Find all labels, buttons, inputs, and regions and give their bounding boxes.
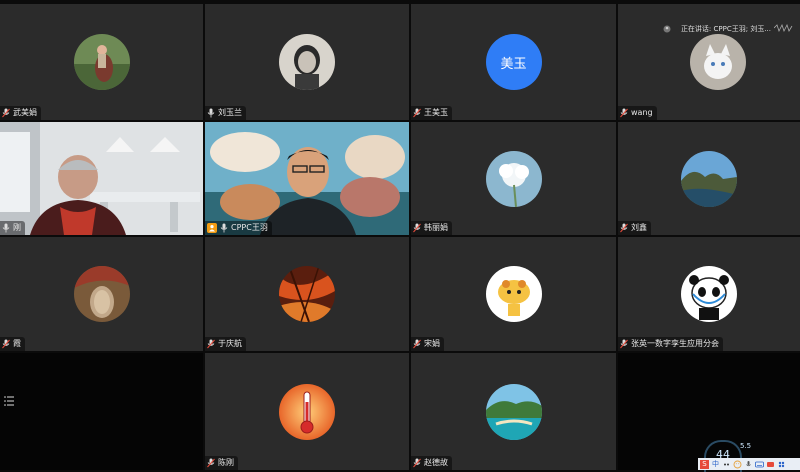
- participant-name: 张英一数字孪生应用分会: [631, 339, 719, 348]
- participant-avatar: [485, 383, 542, 440]
- participant-tile-1[interactable]: 武美娟: [0, 4, 203, 120]
- participant-name-bar: 刘玉兰: [205, 106, 246, 120]
- participant-name-bar: 陈刚: [205, 456, 238, 470]
- participant-name: 刘玉兰: [218, 108, 242, 117]
- network-speed: 5.5: [740, 442, 751, 450]
- participant-tile-3[interactable]: 美玉 王美玉: [411, 4, 616, 120]
- punctuation-icon[interactable]: [722, 460, 731, 469]
- speaking-text: 正在讲话: CPPC王羽; 刘玉...: [680, 25, 771, 33]
- keyboard-icon[interactable]: [755, 460, 764, 469]
- participant-name: wang: [631, 108, 653, 117]
- participant-tile-14[interactable]: 赵德故: [411, 353, 616, 470]
- participant-avatar: [279, 34, 335, 90]
- participant-name: 宋娟: [424, 339, 440, 348]
- participant-tile-4[interactable]: 正在讲话: CPPC王羽; 刘玉... wang: [618, 4, 800, 120]
- participant-name-bar: 于庆航: [205, 337, 246, 351]
- ime-language[interactable]: 中: [711, 460, 720, 469]
- microphone-muted-icon: [620, 223, 628, 233]
- microphone-muted-icon: [620, 339, 628, 349]
- microphone-muted-icon: [207, 458, 215, 468]
- microphone-muted-icon: [620, 108, 628, 118]
- speaker-icon: [663, 25, 671, 33]
- participant-avatar: [485, 266, 542, 322]
- participant-avatar: [681, 266, 737, 322]
- participant-name: 刚: [13, 223, 21, 232]
- empty-tile-left: [0, 353, 203, 470]
- participant-tile-13[interactable]: 陈刚: [205, 353, 409, 470]
- participant-name: 于庆航: [218, 339, 242, 348]
- participant-avatar: [279, 266, 335, 322]
- participant-tile-12[interactable]: 张英一数字孪生应用分会: [618, 237, 800, 351]
- participant-video-feed: [205, 122, 409, 235]
- microphone-icon: [220, 223, 228, 233]
- participant-avatar: [485, 150, 542, 207]
- participant-tile-2[interactable]: 刘玉兰: [205, 4, 409, 120]
- participant-name: 刘鑫: [631, 223, 647, 232]
- participant-name-bar: 刚: [0, 221, 25, 235]
- participant-name-bar: 王美玉: [411, 106, 452, 120]
- participant-name-bar: 赵德故: [411, 456, 452, 470]
- participant-name: 陈刚: [218, 458, 234, 467]
- participant-name: 赵德故: [424, 458, 448, 467]
- microphone-muted-icon: [413, 458, 421, 468]
- microphone-muted-icon: [2, 108, 10, 118]
- participant-avatar: [73, 34, 130, 90]
- skin-icon[interactable]: [766, 460, 775, 469]
- participant-name-bar: CPPC王羽: [205, 221, 272, 235]
- emoji-icon[interactable]: [733, 460, 742, 469]
- ime-toolbar[interactable]: S 中: [698, 458, 800, 470]
- audio-wave-icon: [773, 23, 794, 34]
- participant-avatar-initials: 美玉: [485, 34, 542, 90]
- participant-name-bar: wang: [618, 106, 657, 120]
- participant-name: 王美玉: [424, 108, 448, 117]
- participant-avatar: [279, 383, 335, 440]
- network-speed-value: 5.5: [740, 442, 752, 450]
- microphone-muted-icon: [207, 339, 215, 349]
- microphone-input-icon[interactable]: [744, 460, 753, 469]
- participant-avatar: [690, 34, 746, 90]
- participant-name-bar: 张英一数字孪生应用分会: [618, 337, 723, 351]
- participant-tile-7[interactable]: 韩丽娟: [411, 122, 616, 235]
- participant-name-bar: 刘鑫: [618, 221, 651, 235]
- participant-name: 武美娟: [13, 108, 37, 117]
- participant-name-bar: 武美娟: [0, 106, 41, 120]
- microphone-icon: [2, 223, 10, 233]
- participant-avatar: [73, 266, 130, 322]
- participant-name-bar: 霞: [0, 337, 25, 351]
- microphone-muted-icon: [413, 108, 421, 118]
- microphone-icon: [207, 108, 215, 118]
- participant-tile-8[interactable]: 刘鑫: [618, 122, 800, 235]
- participant-video-feed: [0, 122, 203, 235]
- ime-logo-icon[interactable]: S: [700, 459, 709, 469]
- participant-name: CPPC王羽: [231, 223, 268, 232]
- toolbox-icon[interactable]: [777, 460, 786, 469]
- microphone-muted-icon: [413, 339, 421, 349]
- participant-tile-5-video[interactable]: 刚: [0, 122, 203, 235]
- participant-name: 韩丽娟: [424, 223, 448, 232]
- host-badge-icon: [207, 223, 217, 233]
- participant-name-bar: 韩丽娟: [411, 221, 452, 235]
- sidebar-toggle-icon[interactable]: [4, 392, 14, 406]
- participant-tile-10[interactable]: 于庆航: [205, 237, 409, 351]
- participant-name: 霞: [13, 339, 21, 348]
- microphone-muted-icon: [413, 223, 421, 233]
- participant-tile-9[interactable]: 霞: [0, 237, 203, 351]
- microphone-muted-icon: [2, 339, 10, 349]
- participant-avatar: [681, 150, 737, 207]
- speaking-indicator: 正在讲话: CPPC王羽; 刘玉...: [663, 23, 794, 34]
- participant-tile-11[interactable]: 宋娟: [411, 237, 616, 351]
- participant-tile-6-video-active[interactable]: CPPC王羽: [205, 122, 409, 235]
- participant-name-bar: 宋娟: [411, 337, 444, 351]
